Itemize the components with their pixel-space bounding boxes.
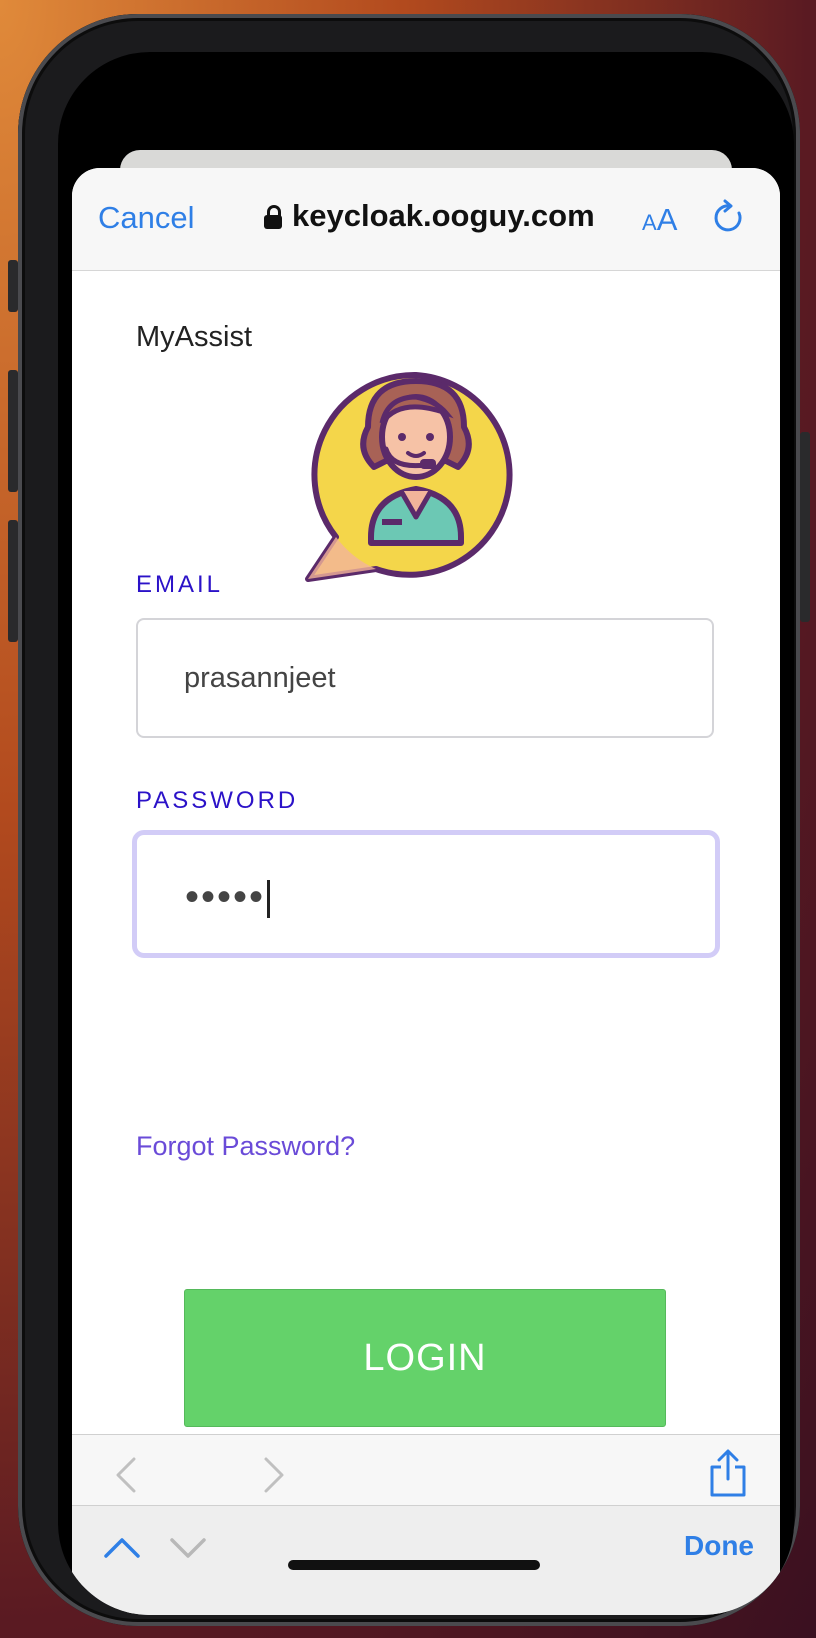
support-agent-logo: [305, 371, 513, 582]
cancel-button[interactable]: Cancel: [98, 200, 195, 236]
url-text: keycloak.ooguy.com: [292, 198, 595, 233]
share-icon[interactable]: [708, 1449, 748, 1499]
phone-frame: Cancel keycloak.ooguy.com AA MyAssist EM…: [8, 14, 810, 1626]
password-field[interactable]: •••••: [132, 830, 720, 958]
screen: Cancel keycloak.ooguy.com AA MyAssist EM…: [58, 52, 794, 1615]
text-size-big-label: A: [656, 202, 678, 237]
back-arrow-icon[interactable]: [110, 1455, 144, 1495]
chevron-up-icon[interactable]: [102, 1534, 142, 1560]
email-field[interactable]: prasannjeet: [136, 618, 714, 738]
volume-down-button: [8, 520, 18, 642]
done-button[interactable]: Done: [684, 1530, 754, 1562]
power-button: [800, 432, 810, 622]
login-button[interactable]: LOGIN: [184, 1289, 666, 1427]
password-label: PASSWORD: [136, 787, 299, 814]
login-page: MyAssist EMAIL prasannjeet PASSWORD ••••…: [72, 271, 780, 1386]
browser-toolbar: [72, 1434, 780, 1505]
text-caret: [267, 880, 271, 919]
email-value: prasannjeet: [184, 662, 336, 694]
email-label: EMAIL: [136, 571, 224, 598]
text-size-small-label: A: [642, 210, 657, 235]
address-bar[interactable]: keycloak.ooguy.com: [264, 198, 595, 234]
safari-sheet: Cancel keycloak.ooguy.com AA MyAssist EM…: [72, 168, 780, 1615]
forgot-password-link[interactable]: Forgot Password?: [136, 1131, 355, 1162]
mute-switch: [8, 260, 18, 312]
forward-arrow-icon[interactable]: [256, 1455, 290, 1495]
lock-icon: [264, 205, 282, 229]
volume-up-button: [8, 370, 18, 492]
password-value: •••••: [185, 873, 271, 921]
password-mask: •••••: [185, 875, 266, 919]
realm-name: MyAssist: [136, 321, 252, 353]
reload-icon[interactable]: [712, 198, 748, 238]
browser-top-bar: Cancel keycloak.ooguy.com AA: [72, 168, 780, 271]
text-size-button[interactable]: AA: [642, 202, 677, 238]
chevron-down-icon[interactable]: [168, 1534, 208, 1560]
home-indicator[interactable]: [288, 1560, 540, 1570]
